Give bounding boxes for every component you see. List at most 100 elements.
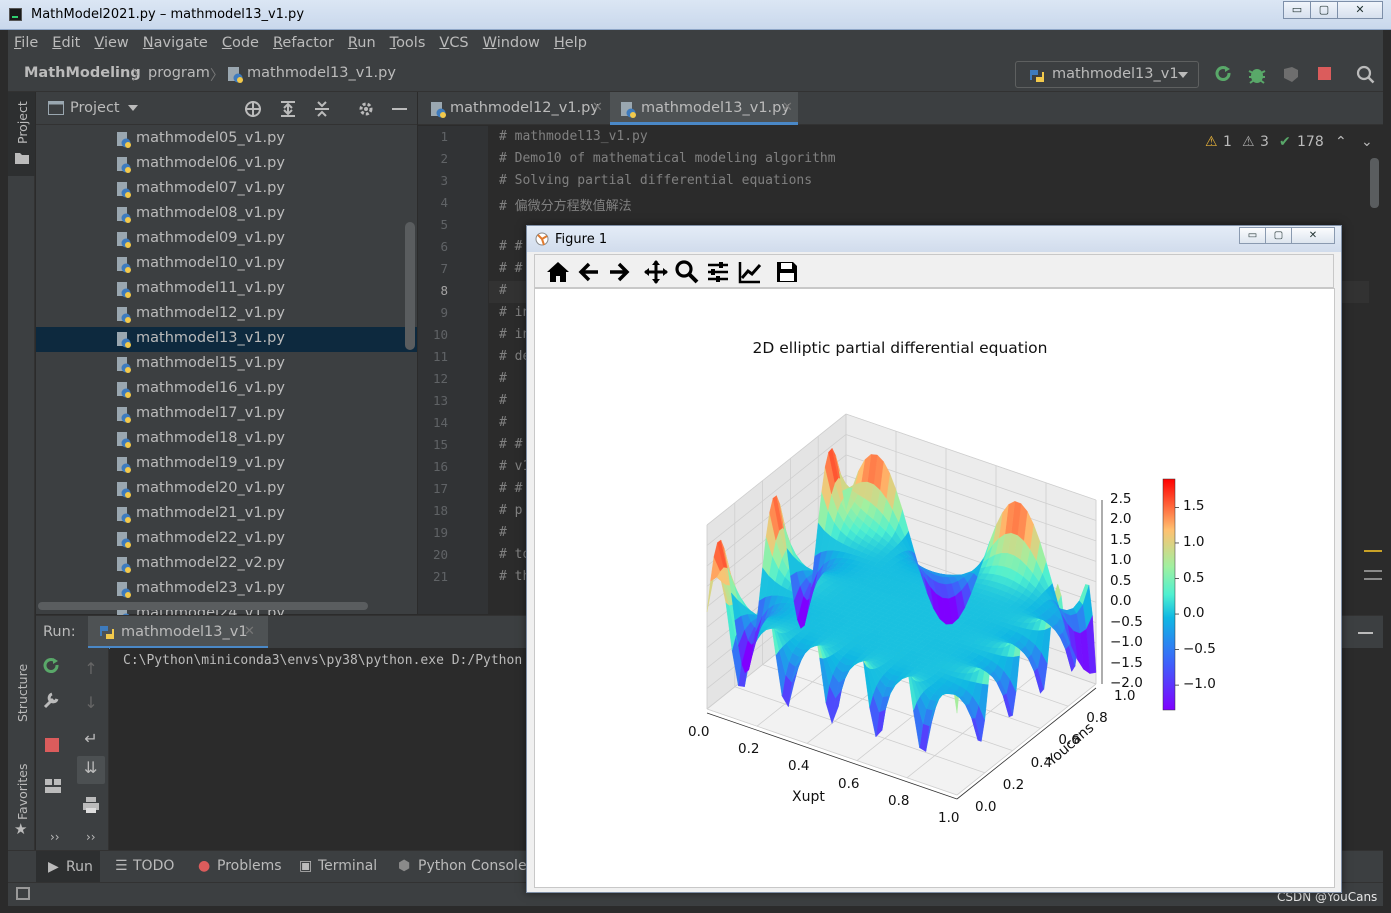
file-item[interactable]: mathmodel13_v1.py [36,327,417,352]
close-button[interactable]: ✕ [1337,1,1383,19]
file-item[interactable]: mathmodel09_v1.py [36,227,417,252]
editor-scrollbar[interactable] [1370,158,1379,208]
locate-icon[interactable] [244,100,262,118]
file-item[interactable]: mathmodel20_v1.py [36,477,417,502]
menu-window[interactable]: Window [483,35,540,51]
pan-icon[interactable] [643,259,669,285]
menu-file[interactable]: File [14,35,38,51]
rerun-icon[interactable] [1214,65,1234,85]
save-icon[interactable] [774,259,800,285]
home-icon[interactable] [545,259,571,285]
file-item[interactable]: mathmodel07_v1.py [36,177,417,202]
chevron-down-icon[interactable] [128,105,138,111]
menu-tools[interactable]: Tools [390,35,426,51]
debug-icon[interactable] [1247,65,1267,85]
more-icon[interactable]: ›› [50,830,60,844]
file-item[interactable]: mathmodel05_v1.py [36,127,417,152]
stop-icon[interactable] [1316,65,1334,83]
tool-tab-run[interactable]: ▶ Run [36,851,100,883]
tool-tab-todo[interactable]: TODO [133,858,174,874]
menu-refactor[interactable]: Refactor [273,35,334,51]
toggle-tool-windows-icon[interactable] [16,887,30,900]
figure-canvas[interactable]: 2D elliptic partial differential equatio… [534,288,1335,888]
file-item[interactable]: mathmodel11_v1.py [36,277,417,302]
rerun-icon[interactable] [42,656,68,682]
figure-minimize-button[interactable]: ▭ [1239,227,1266,244]
scroll-to-end-toggle[interactable]: ⇊ [77,756,105,784]
edit-axes-icon[interactable] [737,259,763,285]
close-tab-icon[interactable]: ✕ [782,100,793,115]
file-item[interactable]: mathmodel08_v1.py [36,202,417,227]
editor-tab[interactable]: mathmodel12_v1.py ✕ [418,92,608,125]
tool-tab-python-console[interactable]: Python Console [418,858,527,874]
print-icon[interactable] [82,796,108,822]
file-item[interactable]: mathmodel10_v1.py [36,252,417,277]
warning-icon[interactable]: ⚠ [1205,134,1218,150]
maximize-button[interactable]: ▢ [1310,1,1338,19]
project-horizontal-scrollbar[interactable] [38,602,368,610]
file-item[interactable]: mathmodel18_v1.py [36,427,417,452]
window-title: MathModel2021.py – mathmodel13_v1.py [31,7,305,22]
minimize-button[interactable]: ▭ [1283,1,1311,19]
structure-tool-label[interactable]: Structure [15,664,30,722]
close-tab-icon[interactable]: ✕ [592,100,603,115]
minimize-panel-icon[interactable] [1358,632,1373,634]
tool-tab-terminal[interactable]: Terminal [318,858,377,874]
more-icon[interactable]: ›› [86,830,96,844]
collapse-all-icon[interactable] [313,100,331,118]
expand-all-icon[interactable] [279,100,297,118]
file-item[interactable]: mathmodel06_v1.py [36,152,417,177]
previous-highlight-icon[interactable]: ⌃ [1335,134,1347,150]
file-item[interactable]: mathmodel19_v1.py [36,452,417,477]
run-configuration-select[interactable]: mathmodel13_v1 [1015,61,1199,88]
file-item[interactable]: mathmodel17_v1.py [36,402,417,427]
menu-run[interactable]: Run [348,35,376,51]
zoom-icon[interactable] [674,259,700,285]
file-item[interactable]: mathmodel23_v1.py [36,577,417,602]
menu-navigate[interactable]: Navigate [143,35,208,51]
project-vertical-scrollbar[interactable] [405,222,415,350]
file-item[interactable]: mathmodel15_v1.py [36,352,417,377]
file-item[interactable]: mathmodel21_v1.py [36,502,417,527]
next-highlight-icon[interactable]: ⌄ [1361,134,1373,150]
file-item[interactable]: mathmodel22_v1.py [36,527,417,552]
warning-stripe-mark[interactable] [1364,550,1382,552]
menu-vcs[interactable]: VCS [439,35,468,51]
back-icon[interactable] [576,259,602,285]
arrow-down-icon[interactable]: ↓ [78,690,104,716]
figure-maximize-button[interactable]: ▢ [1265,227,1292,244]
file-item[interactable]: mathmodel22_v2.py [36,552,417,577]
project-tool-tab[interactable]: Project [8,92,35,176]
stop-icon[interactable] [44,737,70,763]
run-tab[interactable]: mathmodel13_v1 ✕ [88,616,268,649]
figure-close-button[interactable]: ✕ [1291,227,1335,244]
soft-wrap-icon[interactable]: ↵ [78,726,104,752]
minimize-panel-icon[interactable] [392,108,407,110]
breadcrumb-folder[interactable]: program [148,65,210,81]
editor-tab-active[interactable]: mathmodel13_v1.py ✕ [610,92,798,125]
arrow-up-icon[interactable]: ↑ [78,656,104,682]
menu-edit[interactable]: Edit [52,35,80,51]
stripe-mark[interactable] [1364,578,1382,580]
weak-warning-icon[interactable]: ⚠ [1242,134,1255,150]
coverage-icon[interactable] [1281,65,1301,85]
file-item[interactable]: mathmodel16_v1.py [36,377,417,402]
menu-view[interactable]: View [94,35,128,51]
search-icon[interactable] [1356,65,1376,85]
stripe-mark[interactable] [1364,570,1382,572]
breadcrumb-project[interactable]: MathModeling [24,65,141,81]
menu-help[interactable]: Help [554,35,587,51]
close-tab-icon[interactable]: ✕ [244,624,255,639]
breadcrumb-file[interactable]: mathmodel13_v1.py [247,65,396,81]
project-panel-title[interactable]: Project [70,100,120,116]
checkmark-icon[interactable]: ✔ [1279,134,1291,150]
menu-code[interactable]: Code [222,35,259,51]
file-item[interactable]: mathmodel12_v1.py [36,302,417,327]
subplots-icon[interactable] [705,259,731,285]
wrench-icon[interactable] [42,690,68,716]
layout-icon[interactable] [44,778,70,804]
forward-icon[interactable] [606,259,632,285]
gear-icon[interactable] [357,100,375,118]
tool-tab-problems[interactable]: Problems [217,858,282,874]
favorites-tool-label[interactable]: Favorites [15,764,30,820]
